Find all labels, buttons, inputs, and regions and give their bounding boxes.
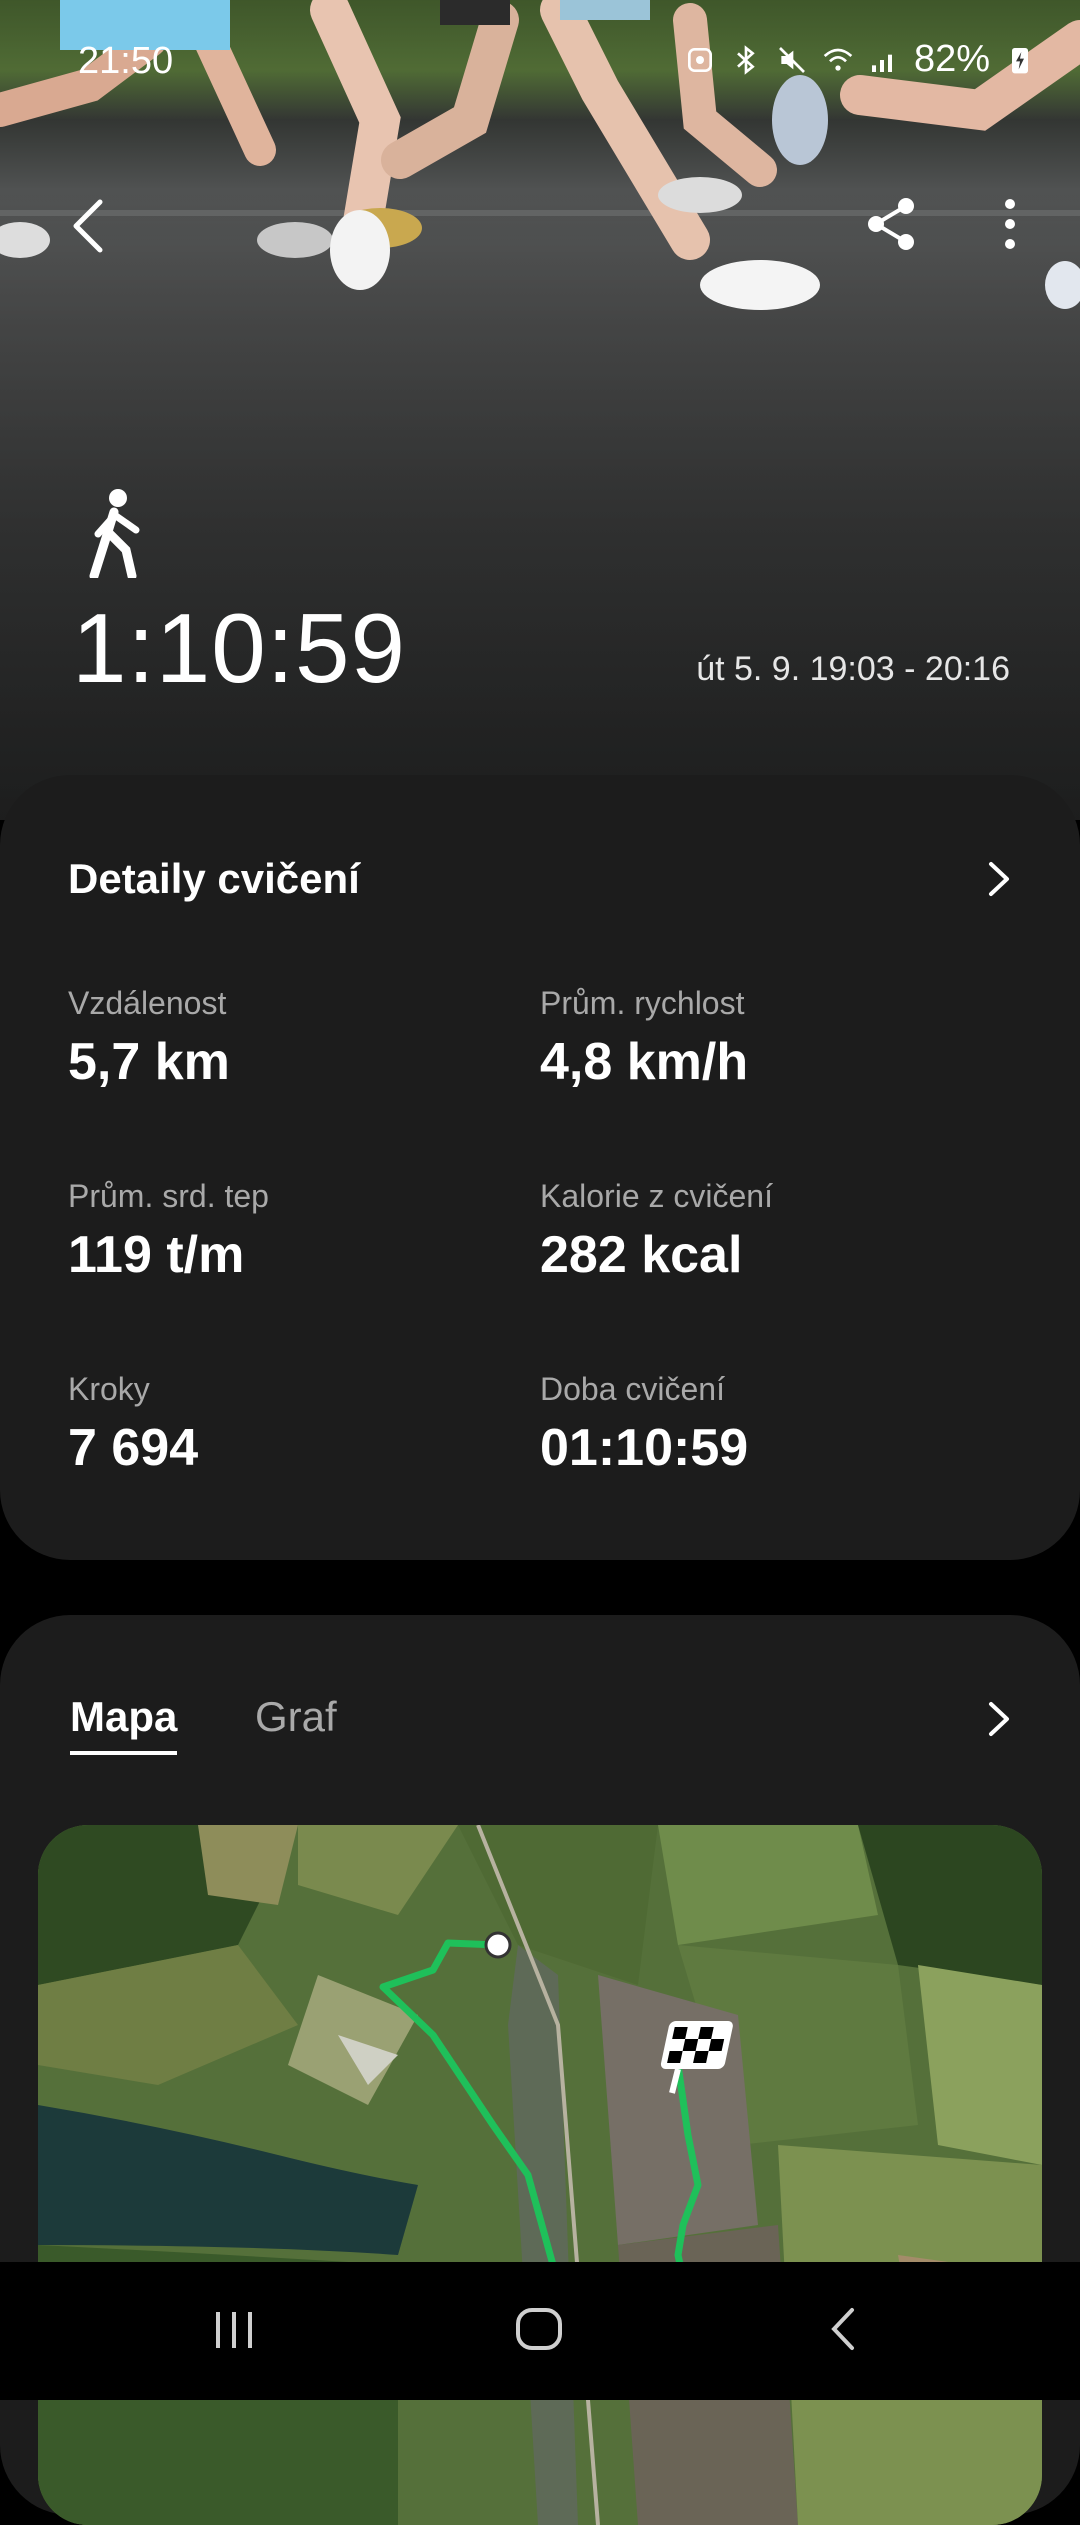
walking-icon [89, 489, 140, 578]
system-navigation-bar [0, 2262, 1080, 2400]
workout-date-range: út 5. 9. 19:03 - 20:16 [696, 650, 1010, 688]
share-icon[interactable] [864, 196, 920, 252]
metric-label: Vzdálenost [68, 985, 227, 1021]
bluetooth-icon [737, 44, 755, 75]
metric-value: 5,7 km [68, 1033, 230, 1091]
back-arrow-icon[interactable] [64, 196, 114, 256]
home-icon[interactable] [512, 2304, 568, 2354]
metric-exercise-time: Doba cvičení 01:10:59 [540, 1371, 960, 1478]
metric-label: Prům. rychlost [540, 985, 745, 1021]
workout-duration: 1:10:59 [72, 593, 406, 703]
metric-calories: Kalorie z cvičení 282 kcal [540, 1178, 960, 1285]
metric-distance: Vzdálenost 5,7 km [68, 985, 488, 1092]
metric-avg-heart-rate: Prům. srd. tep 119 t/m [68, 1178, 488, 1285]
more-vert-icon[interactable] [1000, 196, 1020, 252]
metric-steps: Kroky 7 694 [68, 1371, 488, 1478]
status-time: 21:50 [78, 40, 174, 82]
metric-avg-speed: Prům. rychlost 4,8 km/h [540, 985, 960, 1092]
nav-back-icon[interactable] [820, 2304, 870, 2354]
battery-charging-icon [1012, 47, 1028, 73]
satellite-map [38, 1825, 1042, 2525]
mute-icon [778, 46, 805, 73]
battery-percentage: 82% [913, 38, 990, 80]
status-bar: 21:50 82% [0, 30, 1080, 90]
metric-label: Prům. srd. tep [68, 1178, 269, 1214]
route-start-marker [484, 1931, 512, 1959]
status-icons: 82% [684, 38, 1036, 81]
metric-value: 119 t/m [68, 1226, 245, 1284]
metric-value: 01:10:59 [540, 1419, 749, 1477]
route-map[interactable] [38, 1825, 1042, 2525]
wifi-icon [823, 48, 853, 71]
workout-details-card[interactable]: Detaily cvičení Vzdálenost 5,7 km Prům. … [0, 775, 1080, 1560]
metric-value: 7 694 [68, 1419, 199, 1477]
alarm-icon [687, 47, 712, 72]
chevron-right-icon[interactable] [986, 1699, 1012, 1739]
signal-icon [871, 54, 892, 72]
tab-graph[interactable]: Graf [255, 1693, 337, 1741]
hero-image: 21:50 82% 1:10:59 út 5. 9. 19:03 - 20:16 [0, 0, 1080, 820]
details-title[interactable]: Detaily cvičení [68, 855, 360, 903]
metric-value: 4,8 km/h [540, 1033, 749, 1091]
top-navigation [0, 180, 1080, 270]
metric-value: 282 kcal [540, 1226, 743, 1284]
metric-label: Kroky [68, 1371, 150, 1407]
tab-map[interactable]: Mapa [70, 1693, 178, 1755]
chevron-right-icon[interactable] [986, 859, 1012, 899]
metric-label: Kalorie z cvičení [540, 1178, 773, 1214]
recent-apps-icon[interactable] [210, 2304, 260, 2354]
metric-label: Doba cvičení [540, 1371, 725, 1407]
